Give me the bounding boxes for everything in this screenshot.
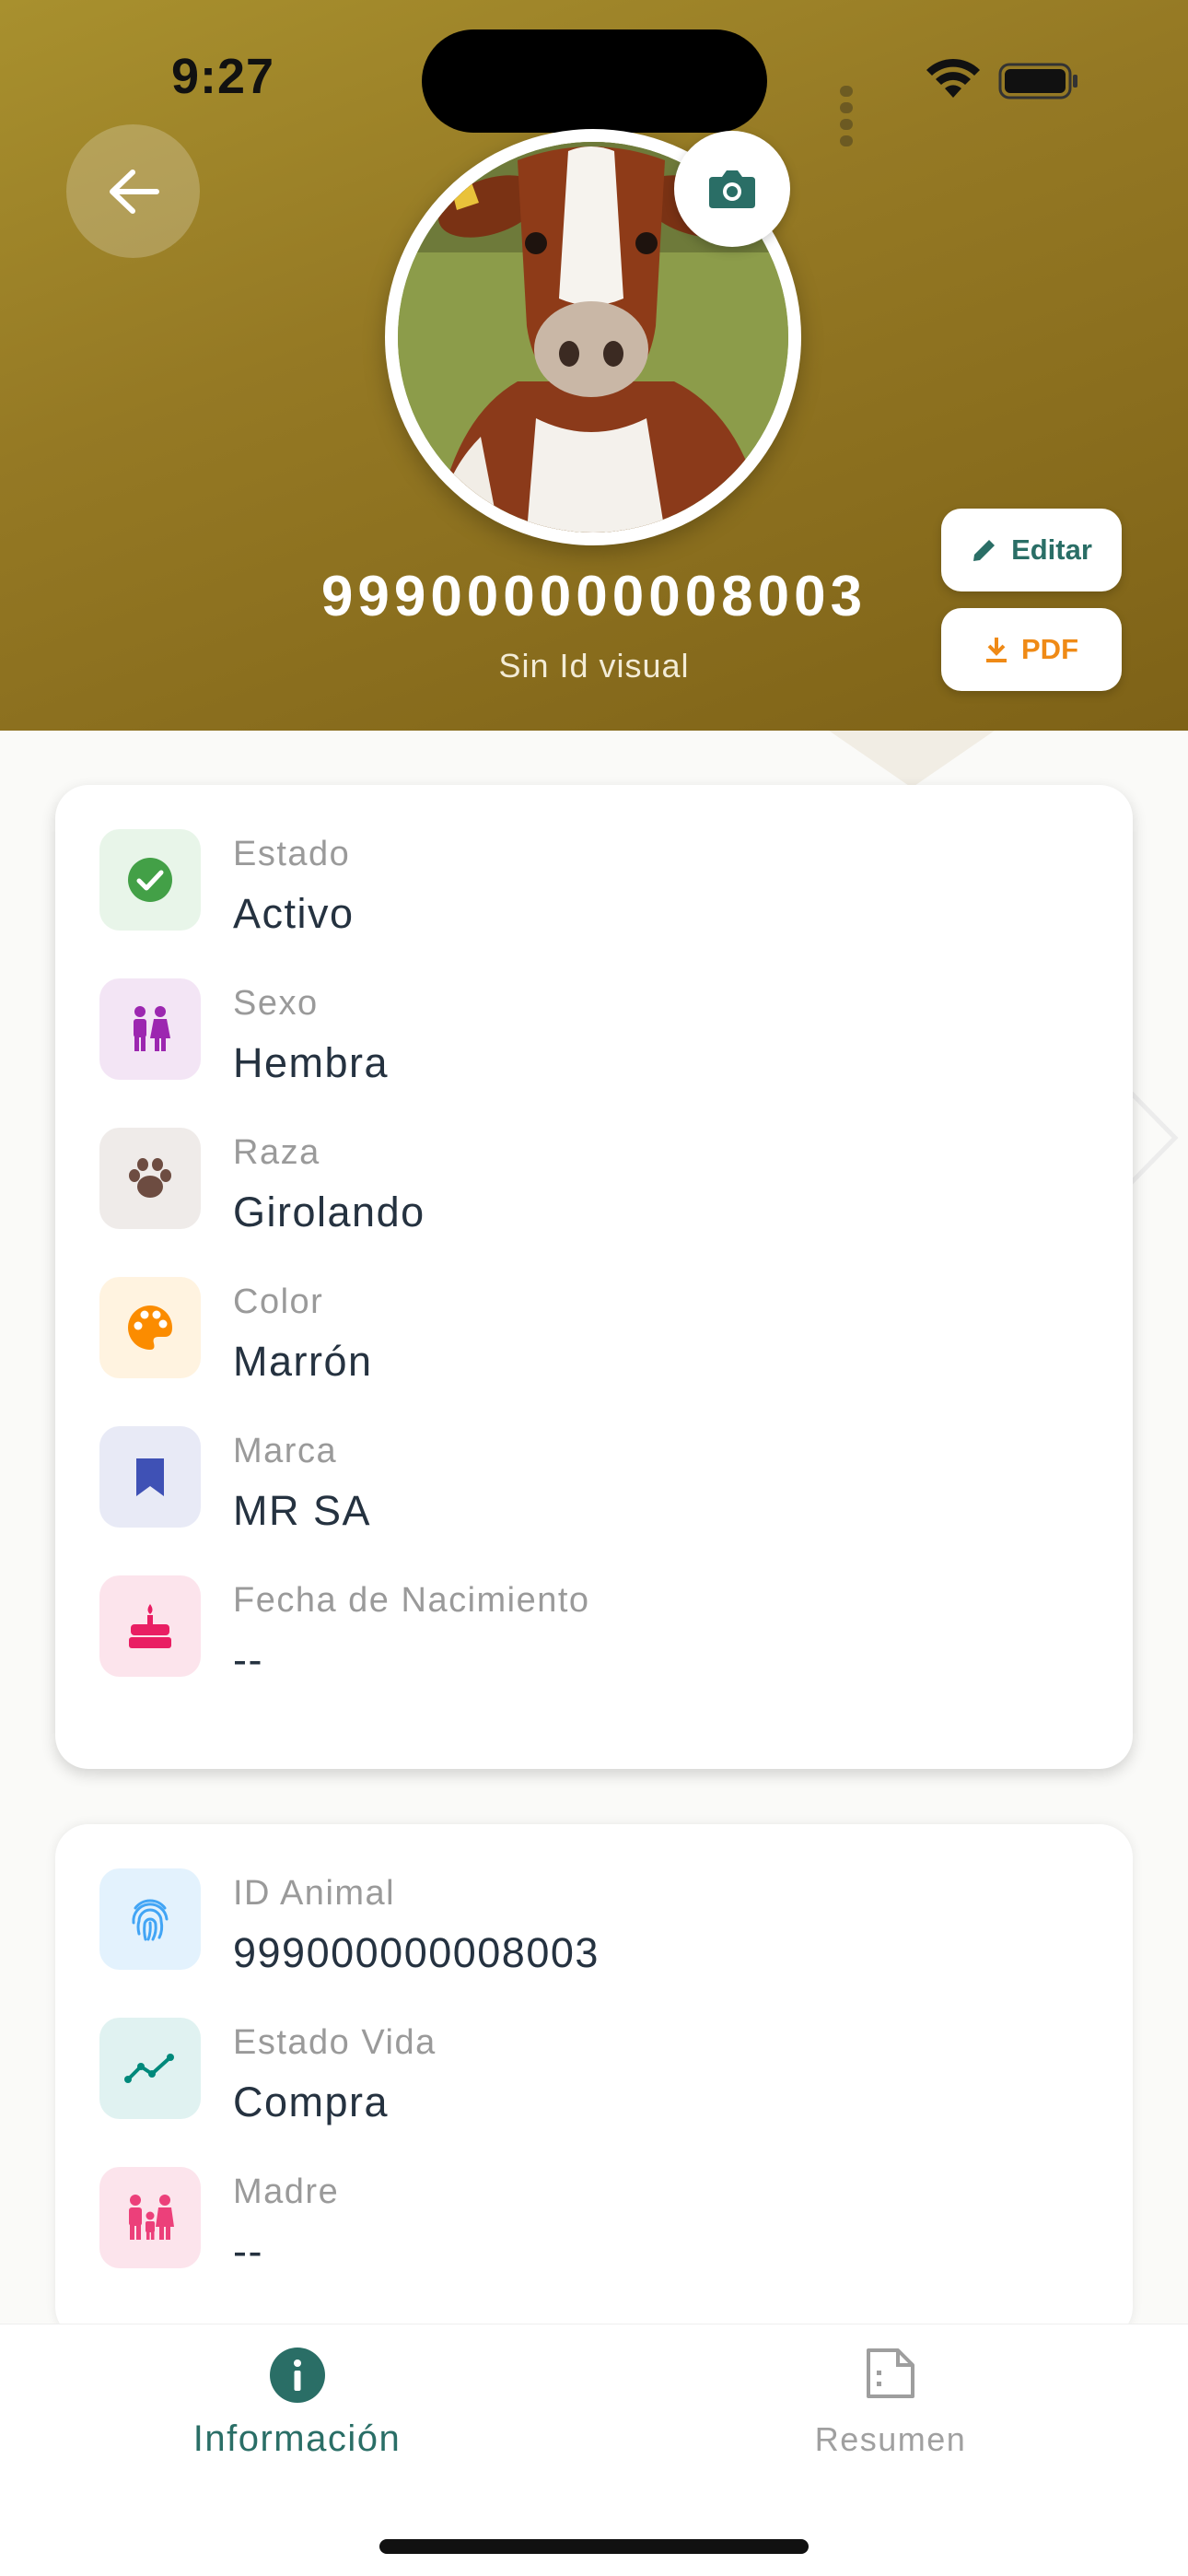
detail-value: Compra bbox=[233, 2078, 390, 2125]
detail-row-fecha-nacimiento: Fecha de Nacimiento -- bbox=[99, 1575, 1085, 1683]
birthdate-icon-box bbox=[99, 1575, 201, 1677]
detail-row-madre: Madre -- bbox=[99, 2167, 1085, 2275]
id-icon-box bbox=[99, 1868, 201, 1970]
tab-resumen[interactable]: Resumen bbox=[757, 2347, 1024, 2459]
detail-row-color: Color Marrón bbox=[99, 1277, 1085, 1385]
bookmark-icon bbox=[136, 1458, 164, 1496]
detail-value: Marrón bbox=[233, 1338, 373, 1385]
palette-icon bbox=[128, 1306, 172, 1350]
pdf-button[interactable]: PDF bbox=[941, 608, 1122, 691]
trend-icon bbox=[124, 2054, 174, 2083]
breed-icon-box bbox=[99, 1128, 201, 1229]
change-photo-button[interactable] bbox=[674, 131, 790, 247]
fingerprint-icon bbox=[132, 1899, 169, 1941]
detail-value: -- bbox=[233, 1636, 263, 1683]
pdf-button-label: PDF bbox=[1021, 633, 1078, 665]
sex-icon-box bbox=[99, 978, 201, 1080]
detail-label: Fecha de Nacimiento bbox=[233, 1581, 590, 1620]
detail-row-sexo: Sexo Hembra bbox=[99, 978, 1085, 1086]
cellular-signal-icon bbox=[840, 85, 858, 151]
brand-icon-box bbox=[99, 1426, 201, 1528]
detail-row-estado: Estado Activo bbox=[99, 829, 1085, 937]
back-button[interactable] bbox=[66, 124, 200, 258]
battery-icon bbox=[998, 63, 1077, 100]
mother-icon-box bbox=[99, 2167, 201, 2268]
check-circle-icon bbox=[128, 858, 172, 902]
status-time: 9:27 bbox=[171, 49, 275, 104]
detail-label: Madre bbox=[233, 2172, 340, 2211]
detail-value: 999000000008003 bbox=[233, 1929, 600, 1976]
chevron-right-icon bbox=[1129, 1091, 1179, 1185]
camera-icon bbox=[709, 170, 755, 208]
color-icon-box bbox=[99, 1277, 201, 1378]
background-decoration bbox=[829, 731, 995, 788]
edit-button-label: Editar bbox=[1011, 533, 1092, 566]
document-icon bbox=[867, 2348, 914, 2398]
status-icon-box bbox=[99, 829, 201, 931]
info-icon bbox=[269, 2348, 325, 2403]
cake-icon bbox=[129, 1604, 171, 1648]
detail-row-estado-vida: Estado Vida Compra bbox=[99, 2018, 1085, 2125]
tab-resumen-label: Resumen bbox=[814, 2420, 967, 2458]
bottom-navigation: Información Resumen bbox=[0, 2324, 1188, 2576]
pencil-icon bbox=[973, 540, 996, 561]
detail-row-raza: Raza Girolando bbox=[99, 1128, 1085, 1235]
detail-label: Estado bbox=[233, 835, 351, 873]
edit-button[interactable]: Editar bbox=[941, 509, 1122, 591]
animal-ids-card: ID Animal 999000000008003 Estado Vida Co… bbox=[55, 1824, 1133, 2340]
detail-label: Sexo bbox=[233, 984, 319, 1023]
life-status-icon-box bbox=[99, 2018, 201, 2119]
detail-row-marca: Marca MR SA bbox=[99, 1426, 1085, 1534]
detail-label: Color bbox=[233, 1282, 324, 1321]
home-indicator[interactable] bbox=[379, 2539, 809, 2554]
detail-label: ID Animal bbox=[233, 1874, 396, 1913]
detail-label: Raza bbox=[233, 1133, 320, 1172]
family-icon bbox=[129, 2195, 174, 2240]
detail-row-id-animal: ID Animal 999000000008003 bbox=[99, 1868, 1085, 1976]
paw-icon bbox=[129, 1158, 171, 1198]
arrow-left-icon bbox=[109, 169, 159, 214]
gender-icon bbox=[134, 1006, 170, 1051]
download-icon bbox=[986, 638, 1007, 662]
dynamic-island bbox=[422, 29, 767, 133]
detail-value: Activo bbox=[233, 890, 355, 937]
detail-label: Marca bbox=[233, 1432, 338, 1470]
profile-header: 9:27 999000000008003 Sin Id visual Edita… bbox=[0, 0, 1188, 731]
detail-value: MR SA bbox=[233, 1487, 372, 1534]
animal-details-card: Estado Activo Sexo Hembra Raza Girolando… bbox=[55, 785, 1133, 1769]
tab-informacion[interactable]: Información bbox=[138, 2347, 456, 2460]
tab-informacion-label: Información bbox=[192, 2418, 402, 2459]
detail-value: Girolando bbox=[233, 1188, 425, 1235]
detail-value: Hembra bbox=[233, 1039, 390, 1086]
detail-label: Estado Vida bbox=[233, 2023, 437, 2062]
wifi-icon bbox=[926, 58, 980, 98]
detail-value: -- bbox=[233, 2228, 263, 2275]
